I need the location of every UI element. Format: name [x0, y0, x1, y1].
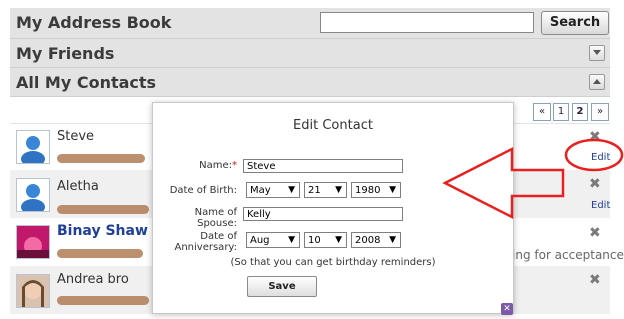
red-arrow-annotation	[442, 146, 565, 220]
annotation-overlay	[442, 138, 624, 220]
red-circle-annotation	[564, 138, 624, 172]
